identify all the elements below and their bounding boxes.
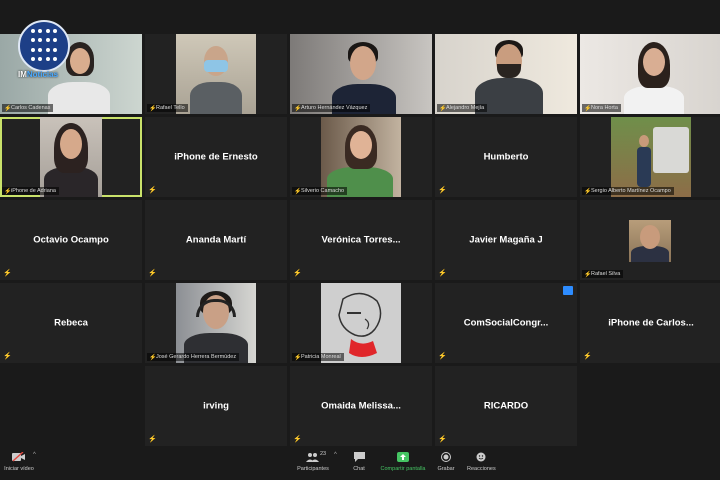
participant-video bbox=[321, 283, 401, 363]
record-button[interactable]: Grabar bbox=[436, 450, 456, 472]
participant-video bbox=[435, 34, 577, 114]
participants-options-chevron-icon[interactable]: ^ bbox=[334, 452, 337, 458]
participant-video bbox=[290, 34, 432, 114]
broadcaster-logo bbox=[18, 20, 70, 72]
muted-mic-icon: ⚡ bbox=[293, 270, 302, 277]
participant-display-name: iPhone de Carlos... bbox=[608, 317, 694, 329]
participant-name: ⚡ Patricia Monreal bbox=[292, 353, 344, 361]
participant-tile[interactable]: Ananda Martí ⚡ bbox=[145, 200, 287, 280]
participant-tile[interactable]: ⚡ Patricia Monreal bbox=[290, 283, 432, 363]
participant-video bbox=[40, 117, 102, 197]
video-options-chevron-icon[interactable]: ^ bbox=[33, 452, 36, 458]
reactions-button[interactable]: Reacciones bbox=[467, 450, 496, 472]
broadcaster-logo-text: IMNoticias bbox=[18, 70, 59, 79]
participant-tile[interactable]: Rebeca ⚡ bbox=[0, 283, 142, 363]
participant-display-name: Octavio Ocampo bbox=[33, 234, 109, 246]
participant-tile[interactable]: Octavio Ocampo ⚡ bbox=[0, 200, 142, 280]
muted-mic-icon: ⚡ bbox=[148, 270, 157, 277]
meeting-toolbar: Iniciar vídeo ^ Participantes 23 ^ Chat … bbox=[0, 446, 720, 480]
participant-video bbox=[176, 34, 256, 114]
participant-tile[interactable]: iPhone de Ernesto ⚡ bbox=[145, 117, 287, 197]
participant-tile[interactable]: Humberto ⚡ bbox=[435, 117, 577, 197]
share-screen-icon bbox=[397, 452, 409, 462]
participant-name: ⚡ Rafael Tello bbox=[147, 104, 188, 112]
participant-display-name: Verónica Torres... bbox=[321, 234, 401, 246]
participant-video bbox=[611, 117, 691, 197]
participant-tile[interactable]: ⚡ José Gerardo Herrera Bermúdez bbox=[145, 283, 287, 363]
chat-icon bbox=[353, 452, 365, 462]
muted-mic-icon: ⚡ bbox=[148, 187, 157, 194]
screen-share-badge-icon bbox=[563, 286, 573, 295]
participant-display-name: ComSocialCongr... bbox=[463, 317, 549, 329]
participant-name: ⚡ Carlos Cadenas bbox=[2, 104, 54, 112]
participant-tile[interactable]: ⚡ Silverio Camacho bbox=[290, 117, 432, 197]
record-icon bbox=[441, 452, 451, 462]
muted-mic-icon: ⚡ bbox=[583, 353, 592, 360]
participant-display-name: Omaida Melissa... bbox=[321, 400, 401, 412]
participant-video bbox=[176, 283, 256, 363]
participant-tile[interactable]: ⚡ Alejandro Mejía bbox=[435, 34, 577, 114]
muted-mic-icon: ⚡ bbox=[438, 187, 447, 194]
participant-count: 23 bbox=[320, 451, 327, 457]
participant-display-name: Rebeca bbox=[54, 317, 88, 329]
muted-mic-icon: ⚡ bbox=[148, 436, 157, 443]
participant-tile[interactable]: ⚡ Rafael Tello bbox=[145, 34, 287, 114]
participant-display-name: Ananda Martí bbox=[185, 234, 247, 246]
participant-tile[interactable]: ⚡ Rafael Silva bbox=[580, 200, 720, 280]
video-grid: ⚡ Carlos Cadenas ⚡ Rafael Tello ⚡ Arturo He… bbox=[0, 34, 720, 446]
participant-name: ⚡ Sergio Alberto Martínez Ocampo bbox=[582, 187, 674, 195]
muted-mic-icon: ⚡ bbox=[3, 353, 12, 360]
participant-name: ⚡ iPhone de Adriana bbox=[2, 187, 59, 195]
participant-name: ⚡ Silverio Camacho bbox=[292, 187, 348, 195]
share-screen-button[interactable]: Compartir pantalla bbox=[380, 450, 426, 472]
participants-icon bbox=[306, 453, 319, 462]
participant-tile[interactable]: Javier Magaña J ⚡ bbox=[435, 200, 577, 280]
participant-tile[interactable]: ⚡ Sergio Alberto Martínez Ocampo bbox=[580, 117, 720, 197]
participant-display-name: RICARDO bbox=[483, 400, 529, 412]
participant-display-name: irving bbox=[203, 400, 229, 412]
muted-mic-icon: ⚡ bbox=[3, 270, 12, 277]
muted-mic-icon: ⚡ bbox=[438, 436, 447, 443]
muted-mic-icon: ⚡ bbox=[438, 353, 447, 360]
participant-tile[interactable]: irving ⚡ bbox=[145, 366, 287, 446]
participant-name: ⚡ Alejandro Mejía bbox=[437, 104, 488, 112]
participant-tile[interactable]: Omaida Melissa... ⚡ bbox=[290, 366, 432, 446]
participant-video bbox=[580, 34, 720, 114]
muted-mic-icon: ⚡ bbox=[293, 436, 302, 443]
start-video-button[interactable]: Iniciar vídeo bbox=[4, 450, 34, 472]
participant-name: ⚡ Rafael Silva bbox=[582, 270, 624, 278]
participant-tile[interactable]: iPhone de Carlos... ⚡ bbox=[580, 283, 720, 363]
participant-tile[interactable]: ⚡ Nora Horta bbox=[580, 34, 720, 114]
participant-display-name: iPhone de Ernesto bbox=[174, 151, 258, 163]
participant-tile[interactable]: ⚡ Arturo Hernández Vázquez bbox=[290, 34, 432, 114]
participant-tile[interactable]: Verónica Torres... ⚡ bbox=[290, 200, 432, 280]
participant-tile[interactable]: ComSocialCongr... ⚡ bbox=[435, 283, 577, 363]
participant-display-name: Humberto bbox=[483, 151, 529, 163]
reactions-icon bbox=[476, 452, 486, 462]
participant-name: ⚡ Arturo Hernández Vázquez bbox=[292, 104, 371, 112]
participant-name: ⚡ José Gerardo Herrera Bermúdez bbox=[147, 353, 240, 361]
muted-mic-icon: ⚡ bbox=[438, 270, 447, 277]
participant-tile[interactable]: RICARDO ⚡ bbox=[435, 366, 577, 446]
participant-video bbox=[321, 117, 401, 197]
participant-display-name: Javier Magaña J bbox=[469, 234, 543, 246]
participant-tile-active-speaker[interactable]: ⚡ iPhone de Adriana bbox=[0, 117, 142, 197]
participant-name: ⚡ Nora Horta bbox=[582, 104, 621, 112]
chat-button[interactable]: Chat bbox=[350, 450, 368, 472]
video-off-icon bbox=[12, 452, 25, 462]
profile-photo bbox=[629, 220, 671, 262]
